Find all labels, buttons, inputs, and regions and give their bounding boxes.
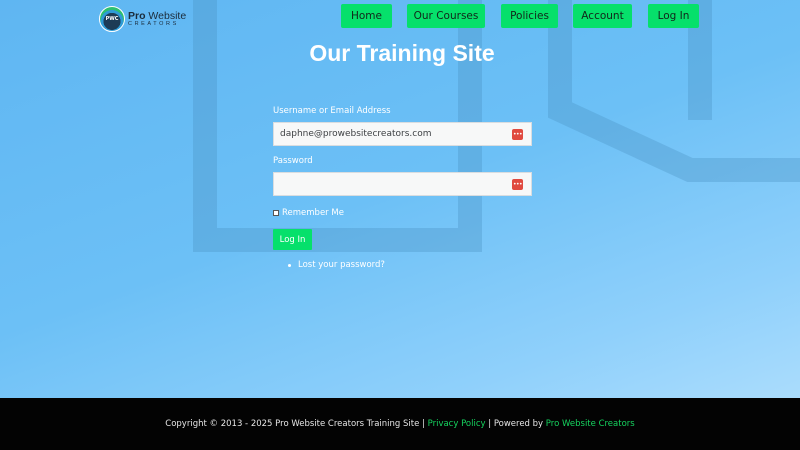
main-nav: Home Our Courses Policies Account Log In (0, 4, 800, 28)
password-field[interactable]: ••• (273, 172, 532, 196)
site-header: PWC Pro Website CREATORS Home Our Course… (0, 0, 800, 34)
footer-powered-by-text: | Powered by (485, 419, 546, 429)
bullet-icon (288, 263, 291, 267)
login-form: Username or Email Address daphne@prowebs… (273, 106, 532, 196)
page-title: Our Training Site (309, 40, 495, 66)
site-footer: Copyright © 2013 - 2025 Pro Website Crea… (0, 398, 800, 450)
username-label: Username or Email Address (273, 106, 391, 116)
lost-password-link[interactable]: Lost your password? (298, 260, 385, 270)
powered-by-link[interactable]: Pro Website Creators (546, 419, 635, 429)
footer-copyright: Copyright © 2013 - 2025 Pro Website Crea… (165, 419, 428, 429)
password-manager-icon[interactable]: ••• (512, 129, 523, 140)
remember-me-checkbox[interactable] (273, 210, 279, 216)
login-submit-button[interactable]: Log In (273, 229, 312, 250)
lost-password-item: Lost your password? (288, 260, 385, 270)
password-manager-icon[interactable]: ••• (512, 179, 523, 190)
username-field[interactable]: daphne@prowebsitecreators.com ••• (273, 122, 532, 146)
nav-policies-button[interactable]: Policies (501, 4, 558, 28)
privacy-policy-link[interactable]: Privacy Policy (428, 419, 486, 429)
nav-login-button[interactable]: Log In (648, 4, 699, 28)
remember-me-label[interactable]: Remember Me (282, 208, 344, 218)
username-value: daphne@prowebsitecreators.com (280, 129, 432, 139)
remember-me: Remember Me (273, 208, 344, 218)
nav-our-courses-button[interactable]: Our Courses (407, 4, 485, 28)
password-label: Password (273, 156, 313, 166)
nav-account-button[interactable]: Account (573, 4, 632, 28)
nav-home-button[interactable]: Home (341, 4, 392, 28)
